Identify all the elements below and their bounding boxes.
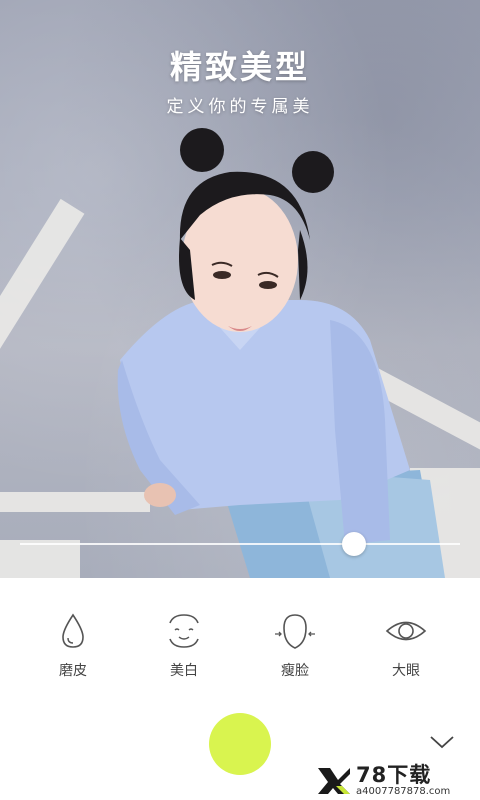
78-logo — [318, 768, 350, 794]
watermark-url: a4007787878.com — [356, 786, 451, 797]
intensity-slider-track[interactable] — [20, 543, 460, 545]
shutter-button[interactable] — [209, 713, 271, 775]
preview-photo: 精致美型 定义你的专属美 — [0, 0, 480, 578]
tool-label: 磨皮 — [59, 663, 87, 679]
tool-smooth-skin[interactable]: 磨皮 — [28, 610, 118, 680]
tool-label: 美白 — [170, 663, 198, 679]
face-slim-icon — [275, 614, 315, 649]
chevron-down-icon[interactable] — [428, 732, 456, 752]
beauty-tools-bar: 磨皮 美白 瘦脸 大眼 — [0, 610, 480, 690]
site-watermark: 78下载 a4007787878.com — [316, 762, 480, 800]
tool-big-eyes[interactable]: 大眼 — [361, 610, 451, 680]
tool-whiten[interactable]: 美白 — [139, 610, 229, 680]
tool-label: 瘦脸 — [281, 663, 309, 679]
tool-slim-face[interactable]: 瘦脸 — [250, 610, 340, 680]
feature-title: 精致美型 — [169, 48, 310, 86]
watermark-title: 78下载 — [356, 763, 432, 787]
tool-label: 大眼 — [392, 663, 420, 679]
eye-icon — [385, 621, 427, 641]
water-drop-icon — [62, 613, 84, 648]
face-whiten-icon — [169, 614, 199, 648]
feature-subtitle: 定义你的专属美 — [166, 97, 314, 117]
